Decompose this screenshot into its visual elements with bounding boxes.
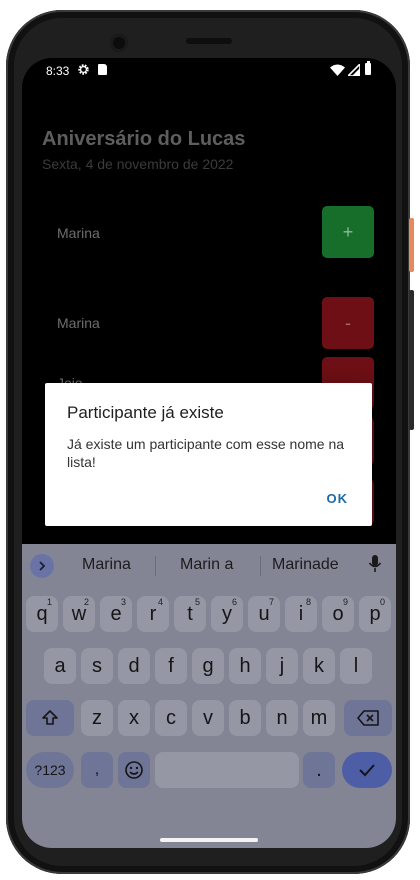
key-hint: 6 [231,597,237,607]
suggestion-item[interactable]: Marinade [272,556,339,574]
key-hint: 3 [120,597,126,607]
key-q[interactable]: q1 [26,596,58,632]
suggestion-divider [155,556,156,576]
comma-key[interactable]: , [81,752,113,788]
key-u[interactable]: u7 [248,596,280,632]
key-f[interactable]: f [155,648,187,684]
status-time: 8:33 [46,64,70,78]
key-s[interactable]: s [81,648,113,684]
key-hint: 5 [194,597,200,607]
microphone-icon[interactable] [368,554,382,574]
suggestion-divider [260,556,261,576]
dialog-ok-button[interactable]: OK [327,491,349,506]
earpiece-speaker [186,38,232,44]
checkmark-icon [359,764,375,777]
signal-icon [348,64,360,76]
key-hint: 7 [268,597,274,607]
key-r[interactable]: r4 [137,596,169,632]
key-z[interactable]: z [81,700,113,736]
symbols-key[interactable]: ?123 [26,752,74,788]
key-label: i [298,602,304,625]
key-hint: 1 [46,597,52,607]
key-o[interactable]: o9 [322,596,354,632]
backspace-key[interactable] [344,700,392,736]
participant-name-input[interactable]: Marina [57,225,100,241]
wifi-icon [330,64,345,76]
screen: 8:33 Aniversário do Lucas Sexta, 4 de no… [22,58,396,848]
key-label: q [36,602,48,625]
participant-name: Marina [57,315,100,331]
space-key[interactable] [155,752,299,788]
backspace-icon [357,710,379,726]
chevron-right-icon [39,561,46,571]
suggestion-item[interactable]: Marina [82,556,131,574]
dialog-message: Já existe um participante com esse nome … [67,436,345,470]
period-key[interactable]: . [303,752,335,788]
key-k[interactable]: k [303,648,335,684]
shift-key[interactable] [26,700,74,736]
suggestion-bar: Marina Marin a Marinade [22,544,396,584]
enter-key[interactable] [342,752,392,788]
gesture-home-bar[interactable] [160,838,258,842]
sd-card-icon [98,64,107,75]
key-i[interactable]: i8 [285,596,317,632]
front-camera [110,34,128,52]
key-label: o [332,602,344,625]
suggestion-item[interactable]: Marin a [180,556,233,574]
key-label: r [149,602,157,625]
gear-icon [78,64,89,75]
key-m[interactable]: m [303,700,335,736]
remove-participant-button[interactable]: - [322,297,374,349]
soft-keyboard: Marina Marin a Marinade q1 w2 e3 r4 t5 y… [22,544,396,848]
key-b[interactable]: b [229,700,261,736]
battery-icon [365,61,371,75]
emoji-key[interactable] [118,752,150,788]
key-label: u [258,602,270,625]
dialog-title: Participante já existe [67,403,224,422]
event-date: Sexta, 4 de novembro de 2022 [42,156,234,172]
emoji-icon [125,761,143,779]
key-x[interactable]: x [118,700,150,736]
shift-icon [42,710,58,725]
key-label: y [222,602,232,625]
key-n[interactable]: n [266,700,298,736]
key-e[interactable]: e3 [100,596,132,632]
event-title: Aniversário do Lucas [42,128,246,150]
key-label: e [110,602,122,625]
key-w[interactable]: w2 [63,596,95,632]
key-y[interactable]: y6 [211,596,243,632]
key-g[interactable]: g [192,648,224,684]
key-hint: 4 [157,597,163,607]
expand-toolbar-button[interactable] [30,554,54,578]
key-j[interactable]: j [266,648,298,684]
key-label: t [187,602,193,625]
key-t[interactable]: t5 [174,596,206,632]
key-p[interactable]: p0 [359,596,391,632]
key-l[interactable]: l [340,648,372,684]
key-d[interactable]: d [118,648,150,684]
key-h[interactable]: h [229,648,261,684]
alert-dialog: Participante já existe Já existe um part… [45,383,372,526]
volume-button[interactable] [409,290,414,430]
status-bar: 8:33 [22,58,396,84]
key-c[interactable]: c [155,700,187,736]
key-hint: 8 [305,597,311,607]
key-hint: 2 [83,597,89,607]
key-v[interactable]: v [192,700,224,736]
power-button[interactable] [409,218,414,272]
key-hint: 0 [379,597,385,607]
key-hint: 9 [342,597,348,607]
key-a[interactable]: a [44,648,76,684]
key-label: p [369,602,381,625]
add-participant-button[interactable]: + [322,206,374,258]
